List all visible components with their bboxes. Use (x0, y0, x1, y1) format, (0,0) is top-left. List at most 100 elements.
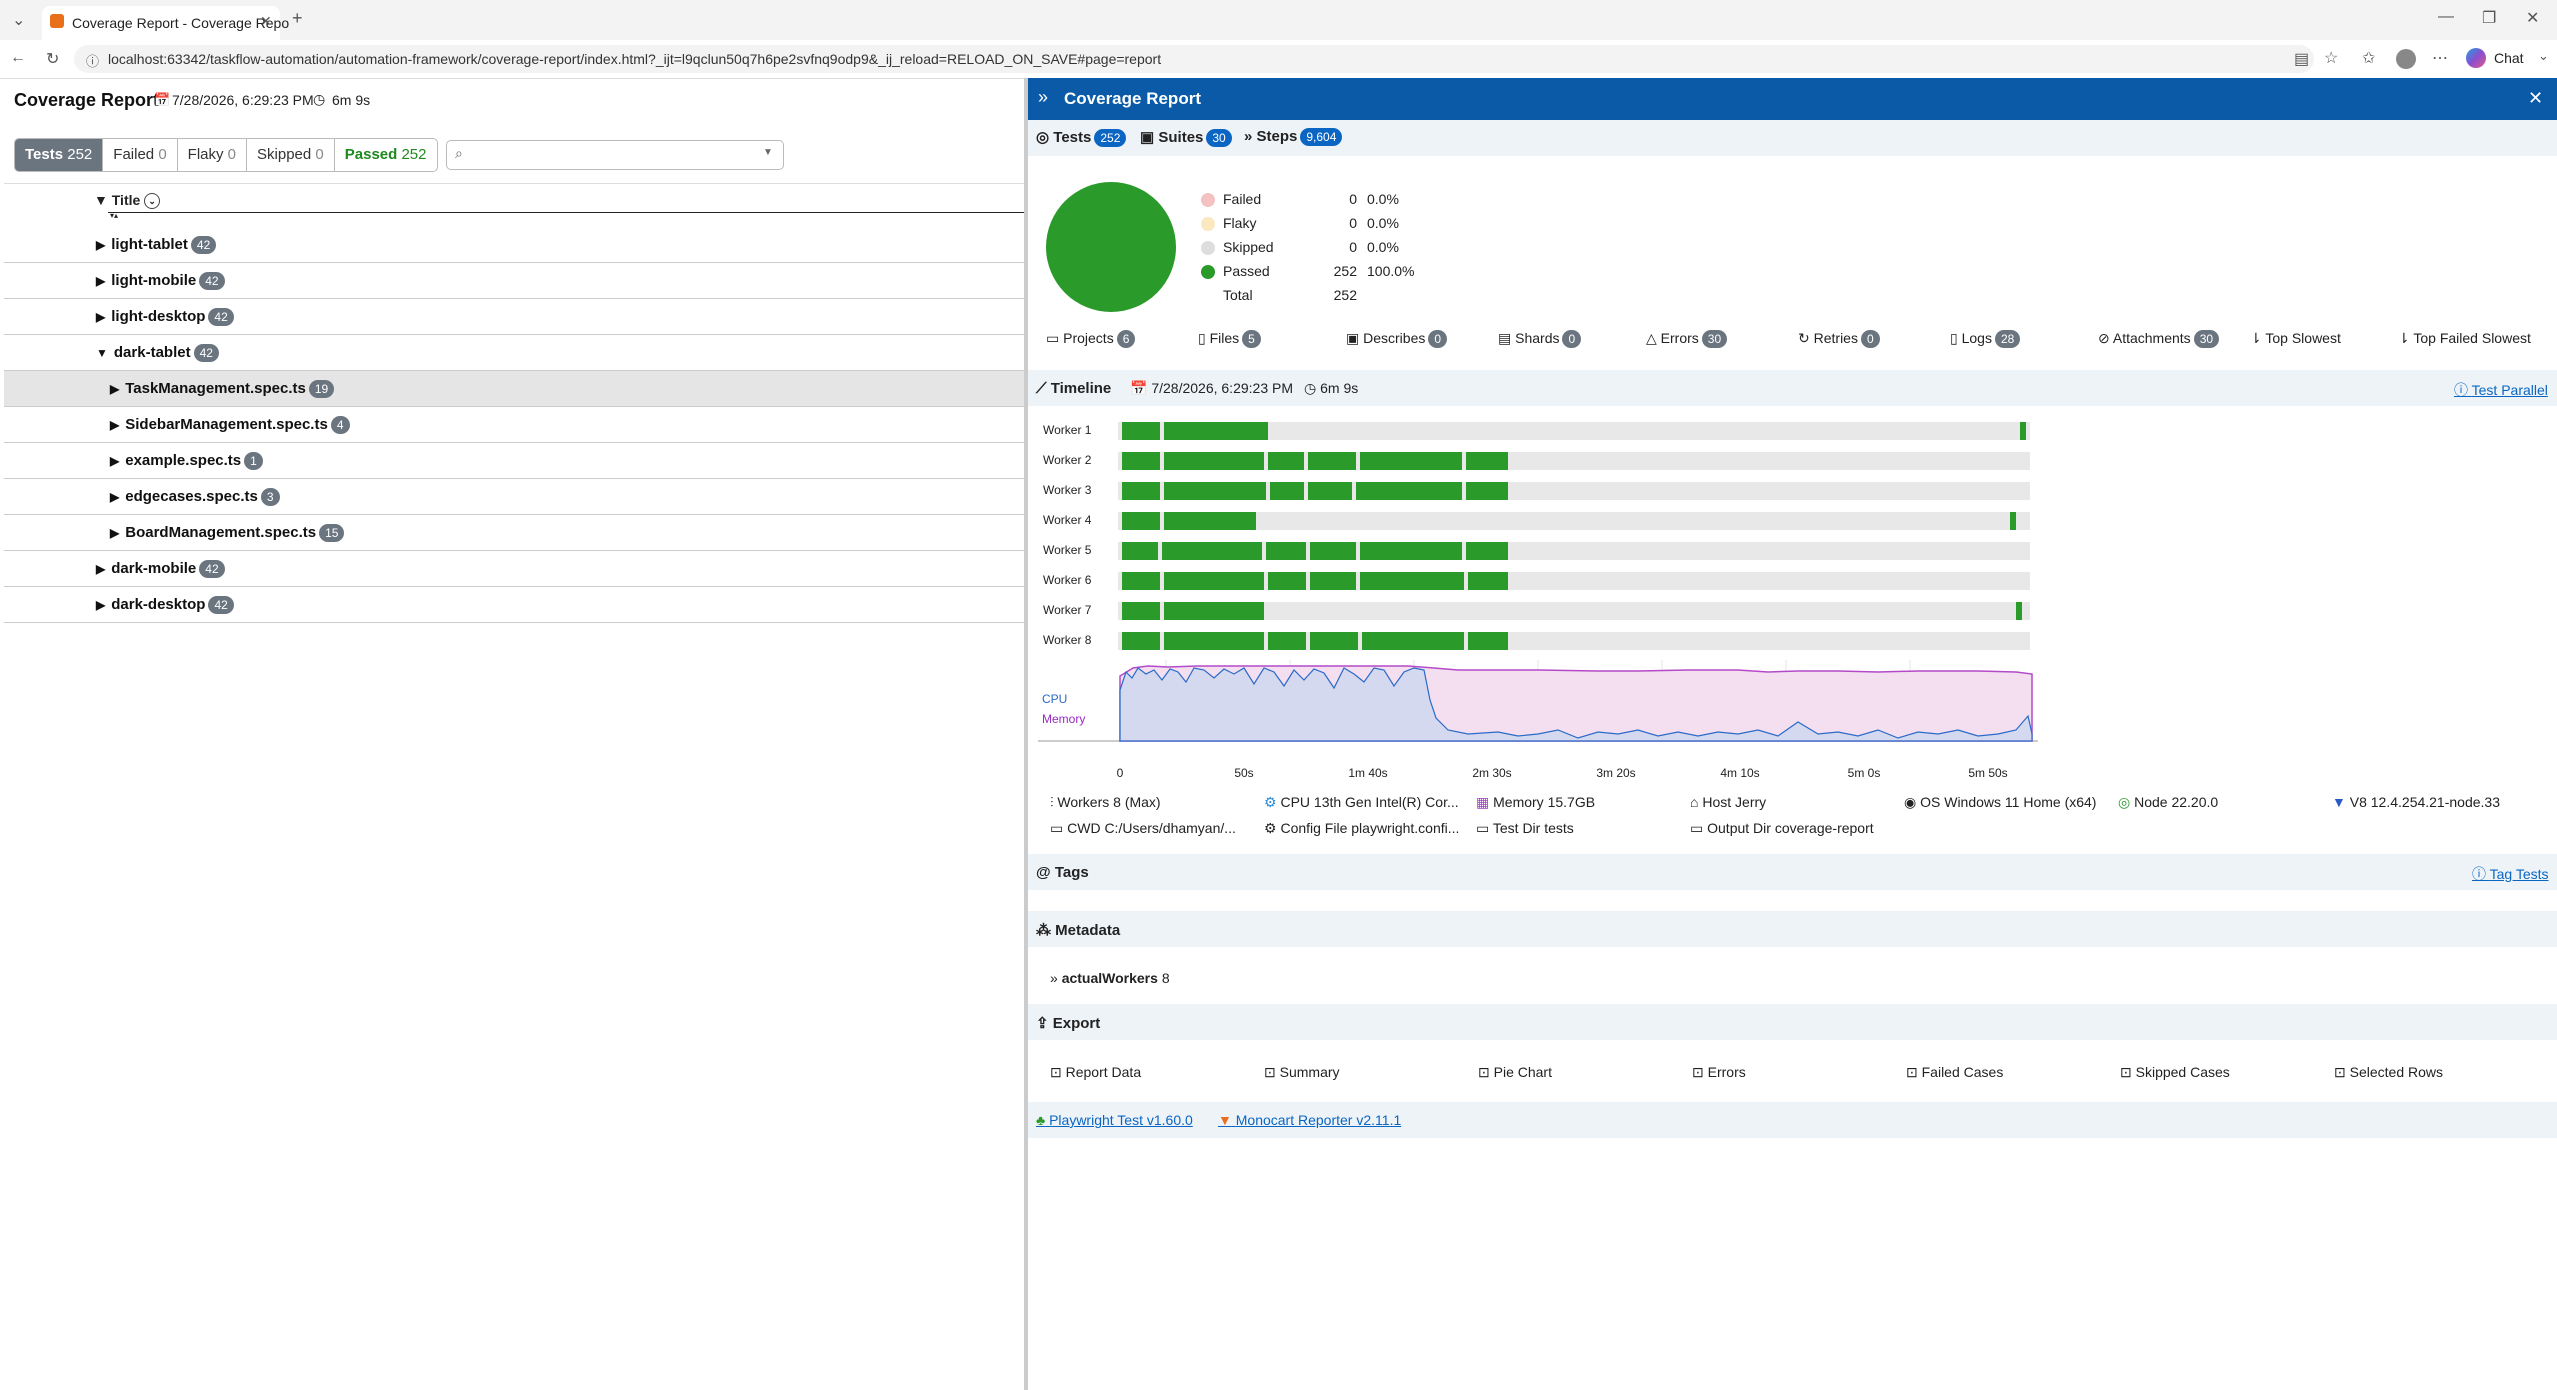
close-window-icon[interactable]: ✕ (2526, 8, 2539, 28)
metadata-section-header: ⁂ Metadata (1028, 911, 2557, 947)
tree-row[interactable]: ▼ dark-tablet 42 (4, 335, 1024, 371)
dropdown-arrow-icon[interactable]: ▼ (763, 147, 773, 158)
browser-tab[interactable]: Coverage Report - Coverage Repo ✕ (42, 6, 289, 40)
tree-row[interactable]: ▶ dark-desktop 42 (4, 587, 1024, 623)
test-parallel-link[interactable]: ⓘ Test Parallel (2454, 380, 2548, 400)
playwright-link[interactable]: ♣ Playwright Test v1.60.0 (1036, 1112, 1193, 1128)
nav-top-slowest[interactable]: ⇂ Top Slowest (2250, 330, 2341, 347)
tree-row[interactable]: ▶ SidebarManagement.spec.ts 4 (4, 407, 1024, 443)
cpu-memory-chart[interactable] (1038, 660, 2038, 760)
tree-row-selected[interactable]: ▶ TaskManagement.spec.ts 19 (4, 371, 1024, 407)
new-tab-icon[interactable]: + (292, 8, 303, 29)
download-icon: ⊡ (1264, 1064, 1276, 1080)
nav-attachments[interactable]: ⊘ Attachments 30 (2098, 330, 2220, 348)
favorite-icon[interactable]: ☆ (2324, 48, 2338, 68)
os-icon: ◉ (1904, 794, 1917, 810)
url-text: localhost:63342/taskflow-automation/auto… (108, 51, 1162, 67)
export-skipped-cases[interactable]: ⊡ Skipped Cases (2120, 1064, 2230, 1081)
clock-icon: ◷ (1304, 380, 1317, 396)
nav-shards[interactable]: ▤ Shards 0 (1498, 330, 1582, 348)
search-input[interactable]: ⌕ ▼ (446, 140, 784, 170)
tree-row[interactable]: ▶ light-desktop 42 (4, 299, 1024, 335)
tree-row[interactable]: ▶ example.spec.ts 1 (4, 443, 1024, 479)
tree-row[interactable]: ▶ light-mobile 42 (4, 263, 1024, 299)
tree-row[interactable]: ▶ dark-mobile 42 (4, 551, 1024, 587)
worker-label: Worker 4 (1043, 513, 1092, 527)
title-column-header[interactable]: ▼ Title ⌄ (94, 192, 161, 210)
export-pie-chart[interactable]: ⊡ Pie Chart (1478, 1064, 1552, 1081)
restore-icon[interactable]: ❐ (2482, 8, 2496, 28)
memory-icon: ▦ (1476, 794, 1490, 810)
export-errors[interactable]: ⊡ Errors (1692, 1064, 1746, 1081)
nav-projects[interactable]: ▭ Projects 6 (1046, 330, 1136, 348)
site-info-icon[interactable]: ⓘ (86, 51, 99, 70)
nav-errors[interactable]: △ Errors 30 (1646, 330, 1728, 348)
favorites-bar-icon[interactable]: ✩ (2362, 48, 2375, 68)
tab-title: Coverage Report - Coverage Repo (72, 15, 290, 31)
tab-tests[interactable]: ◎ Tests 252 (1036, 128, 1127, 147)
info-memory: ▦ Memory 15.7GB (1476, 794, 1596, 810)
tree-row[interactable]: ▶ edgecases.spec.ts 3 (4, 479, 1024, 515)
worker-track[interactable] (1118, 602, 2030, 620)
chat-chevron-icon[interactable]: ⌄ (2538, 48, 2549, 64)
sort-icon[interactable]: ⌄ (144, 193, 161, 210)
worker-track[interactable] (1118, 512, 2030, 530)
filter-failed[interactable]: Failed 0 (103, 139, 178, 171)
expand-caret-icon: ▶ (96, 562, 106, 576)
suite-icon: ▣ (1140, 129, 1155, 146)
tab-list-chevron-icon[interactable]: ⌄ (12, 10, 25, 30)
worker-track[interactable] (1118, 572, 2030, 590)
url-field[interactable]: ⓘ localhost:63342/taskflow-automation/au… (74, 45, 2314, 73)
more-options-icon[interactable]: ⋯ (2432, 48, 2448, 68)
tree-row[interactable]: ▶ light-tablet 42 (4, 227, 1024, 263)
filter-passed[interactable]: Passed 252 (335, 139, 437, 171)
legend-flaky[interactable]: Flaky 0 0.0% (1201, 214, 1421, 236)
export-summary[interactable]: ⊡ Summary (1264, 1064, 1340, 1081)
tab-suites[interactable]: ▣ Suites 30 (1140, 128, 1232, 147)
close-panel-icon[interactable]: ✕ (2528, 88, 2543, 109)
export-report-data[interactable]: ⊡ Report Data (1050, 1064, 1141, 1081)
worker-track[interactable] (1118, 632, 2030, 650)
filter-flaky[interactable]: Flaky 0 (178, 139, 248, 171)
chat-label[interactable]: Chat (2494, 50, 2524, 66)
info-os: ◉ OS Windows 11 Home (x64) (1904, 794, 2097, 810)
worker-track[interactable] (1118, 452, 2030, 470)
close-tab-icon[interactable]: ✕ (260, 13, 272, 30)
playwright-icon: ♣ (1036, 1112, 1046, 1128)
collapse-panel-icon[interactable]: » (1038, 87, 1048, 108)
nav-top-failed-slowest[interactable]: ⇂ Top Failed Slowest (2398, 330, 2531, 347)
legend-skipped[interactable]: Skipped 0 0.0% (1201, 238, 1421, 260)
reader-view-icon[interactable]: ▤ (2294, 49, 2309, 69)
worker-track[interactable] (1118, 482, 2030, 500)
tag-tests-link[interactable]: ⓘ Tag Tests (2472, 864, 2549, 884)
report-date: 7/28/2026, 6:29:23 PM (172, 92, 314, 108)
back-icon[interactable]: ← (10, 49, 26, 67)
export-failed-cases[interactable]: ⊡ Failed Cases (1906, 1064, 2003, 1081)
monocart-link[interactable]: ▼ Monocart Reporter v2.11.1 (1218, 1112, 1401, 1128)
worker-track[interactable] (1118, 422, 2030, 440)
nav-describes[interactable]: ▣ Describes 0 (1346, 330, 1448, 348)
download-icon: ⊡ (2120, 1064, 2132, 1080)
copilot-icon[interactable] (2466, 48, 2486, 68)
filter-tests[interactable]: Tests 252 (15, 139, 104, 171)
tree-row[interactable]: ▶ BoardManagement.spec.ts 15 (4, 515, 1024, 551)
legend-passed[interactable]: Passed 252 100.0% (1201, 262, 1421, 284)
collapse-all-icon[interactable]: ▼ (94, 192, 108, 208)
nav-retries[interactable]: ↻ Retries 0 (1798, 330, 1880, 348)
header-underline (108, 212, 1024, 213)
profile-avatar[interactable] (2396, 49, 2416, 69)
expand-caret-icon: ▶ (96, 598, 106, 612)
reload-icon[interactable]: ↻ (46, 49, 59, 69)
tab-steps[interactable]: » Steps 9,604 (1244, 128, 1343, 146)
filter-skipped[interactable]: Skipped 0 (247, 139, 335, 171)
legend-failed[interactable]: Failed 0 0.0% (1201, 190, 1421, 212)
nav-files[interactable]: ▯ Files 5 (1198, 330, 1261, 348)
metadata-item[interactable]: » actualWorkers 8 (1050, 970, 1170, 986)
minimize-icon[interactable]: — (2438, 8, 2454, 26)
export-selected-rows[interactable]: ⊡ Selected Rows (2334, 1064, 2443, 1081)
nav-logs[interactable]: ▯ Logs 28 (1950, 330, 2021, 348)
worker-label: Worker 7 (1043, 603, 1092, 617)
worker-track[interactable] (1118, 542, 2030, 560)
chevron-right-icon: » (1050, 970, 1058, 986)
workers-icon: ⫶ (1050, 794, 1054, 810)
